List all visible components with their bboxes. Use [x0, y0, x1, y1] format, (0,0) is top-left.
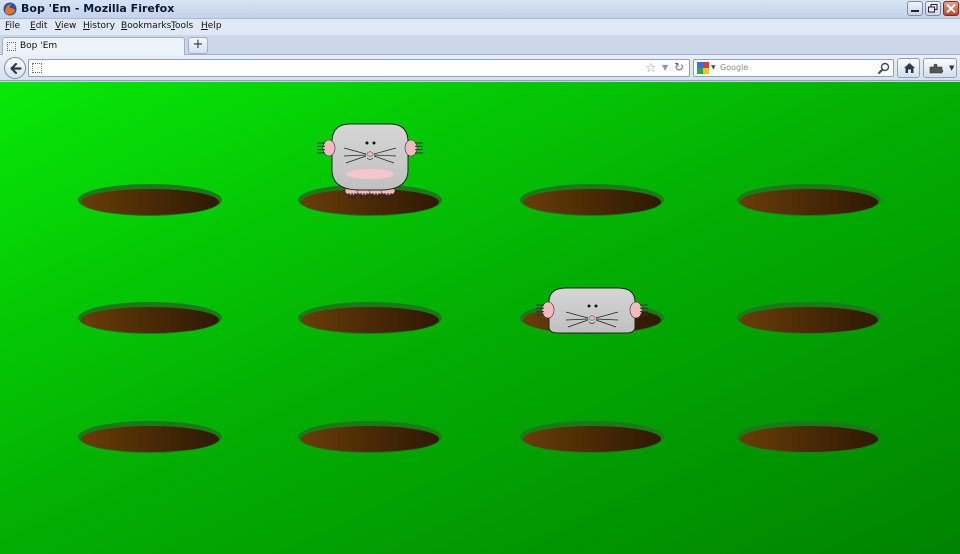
menu-help[interactable]: Help	[201, 21, 222, 31]
mole-eye	[365, 141, 369, 145]
tab-strip: Bop 'Em +	[0, 35, 960, 55]
back-button[interactable]	[4, 57, 26, 79]
addon-button[interactable]: ▼	[923, 58, 957, 78]
menu-bar: File Edit View History Bookmarks Tools H…	[0, 19, 960, 35]
minimize-icon	[911, 10, 919, 12]
mole-eye	[372, 141, 376, 145]
mole-hole[interactable]	[737, 184, 881, 216]
hole-pit	[740, 189, 878, 215]
restore-button[interactable]	[925, 1, 941, 16]
google-icon[interactable]	[697, 62, 709, 74]
firefox-logo-icon	[3, 2, 17, 16]
page-favicon-icon	[7, 42, 16, 51]
mole-body	[548, 287, 636, 334]
mole-paw	[404, 139, 423, 157]
game-canvas	[78, 123, 881, 453]
mole-hole[interactable]	[78, 421, 222, 453]
hole-pit	[301, 307, 439, 333]
minimize-button[interactable]	[907, 1, 923, 16]
mole-peeking[interactable]	[536, 287, 648, 334]
mole-body	[331, 123, 409, 191]
search-engine-dropdown-icon[interactable]: ▼	[711, 64, 716, 71]
mole-nose	[588, 315, 596, 321]
menu-view[interactable]: View	[55, 21, 76, 31]
mole-paw	[317, 139, 336, 157]
hole-pit	[81, 189, 219, 215]
close-button[interactable]	[943, 1, 959, 16]
new-tab-button[interactable]: +	[188, 37, 208, 54]
hole-pit	[523, 189, 661, 215]
mole-hole[interactable]	[737, 302, 881, 334]
home-icon	[904, 63, 915, 73]
bookmark-star-icon[interactable]: ☆	[645, 61, 657, 76]
reload-icon[interactable]: ↻	[674, 60, 684, 74]
mole-belly	[346, 169, 394, 179]
menu-history[interactable]: History	[83, 21, 115, 31]
mole-nose	[366, 151, 374, 157]
hole-pit	[740, 426, 878, 452]
mole-hole[interactable]	[520, 421, 664, 453]
mole-eye	[594, 304, 598, 308]
home-button[interactable]	[897, 58, 920, 78]
history-dropdown-icon[interactable]: ▼	[662, 63, 668, 72]
hole-pit	[301, 426, 439, 452]
game-field	[0, 82, 960, 554]
tab-bop-em[interactable]: Bop 'Em	[2, 37, 185, 55]
tab-label: Bop 'Em	[20, 41, 58, 51]
hole-pit	[523, 426, 661, 452]
mole-hole[interactable]	[737, 421, 881, 453]
addon-puzzle-icon	[929, 63, 944, 74]
hole-pit	[740, 307, 878, 333]
mole-hole[interactable]	[298, 302, 442, 334]
menu-tools[interactable]: Tools	[171, 21, 193, 31]
site-identity-icon	[32, 63, 42, 73]
search-icon[interactable]	[878, 62, 890, 74]
mole-hole[interactable]	[78, 302, 222, 334]
search-bar[interactable]: ▼ Google	[693, 59, 894, 77]
window-title: Bop 'Em - Mozilla Firefox	[21, 2, 175, 15]
restore-icon	[928, 4, 938, 13]
mole-hole[interactable]	[298, 421, 442, 453]
hole-pit	[81, 426, 219, 452]
back-arrow-icon	[10, 62, 22, 75]
address-bar[interactable]: ☆ ▼ ↻	[28, 59, 690, 77]
search-placeholder: Google	[720, 63, 749, 72]
window-title-bar: Bop 'Em - Mozilla Firefox	[0, 0, 960, 19]
hole-pit	[81, 307, 219, 333]
mole-eye	[587, 304, 591, 308]
navigation-toolbar: ☆ ▼ ↻ ▼ Google ▼	[0, 55, 960, 81]
menu-file[interactable]: File	[5, 21, 20, 31]
menu-edit[interactable]: Edit	[30, 21, 47, 31]
addon-dropdown-icon: ▼	[949, 64, 955, 72]
mole-hole[interactable]	[520, 184, 664, 216]
mole-hole[interactable]	[78, 184, 222, 216]
menu-bookmarks[interactable]: Bookmarks	[121, 21, 171, 31]
close-icon	[946, 4, 956, 13]
